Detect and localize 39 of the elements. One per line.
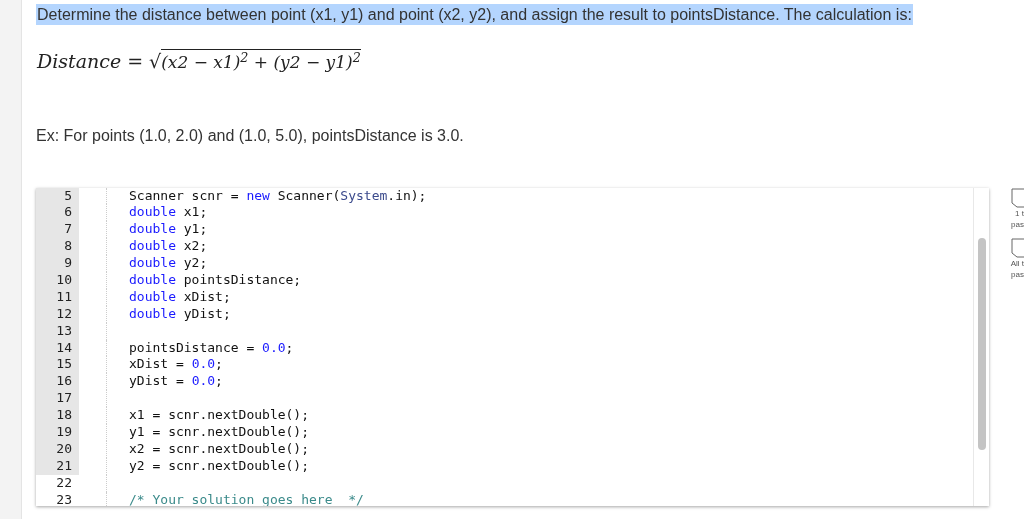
test-status-text: pas (1011, 218, 1024, 230)
code-line: yDist = 0.0; (129, 373, 223, 389)
code-line: /* Your solution goes here */ (129, 491, 364, 506)
test-status-text: 1 t (1015, 207, 1024, 219)
line-number: 18 (36, 407, 79, 424)
code-line: y1 = scnr.nextDouble(); (129, 423, 309, 439)
badge-outline-icon (1011, 187, 1024, 208)
code-line: double x1; (129, 204, 208, 220)
code-line: xDist = 0.0; (129, 356, 223, 372)
code-line: y2 = scnr.nextDouble(); (129, 457, 309, 473)
code-editor[interactable] (36, 187, 989, 506)
line-number: 15 (36, 356, 79, 374)
code-line: x2 = scnr.nextDouble(); (129, 440, 309, 456)
code-line: double xDist; (129, 288, 231, 304)
line-number: 8 (36, 238, 79, 256)
code-line: double pointsDistance; (129, 271, 302, 287)
radicand-text: (x2 − x1)$^{2}$ + (y2 − y1)$^{2}$ (161, 49, 361, 76)
formula-label: Distance (37, 49, 122, 74)
instruction-text: Determine the distance between point (x1, y1) and point (x2, y2), and assign the result to pointsDistance. The calculation is: (36, 4, 913, 25)
test-status-text: All t (1010, 257, 1024, 269)
code-line: double yDist; (129, 305, 231, 321)
line-number: 5 (36, 187, 79, 205)
test-status-text: pas (1011, 268, 1024, 280)
line-number: 9 (36, 255, 79, 272)
scrollbar-thumb[interactable] (977, 237, 986, 450)
badge-outline-icon (1011, 237, 1024, 258)
code-line: pointsDistance = 0.0; (129, 339, 294, 355)
example-text: Ex: For points (1.0, 2.0) and (1.0, 5.0), pointsDistance is 3.0. (36, 126, 464, 144)
code-line: double x2; (129, 238, 208, 254)
line-number: 7 (36, 221, 79, 239)
equals-sign: = (127, 49, 144, 74)
code-line: double y1; (129, 221, 208, 237)
root-sign: √ (149, 49, 162, 74)
code-line: Scanner scnr = new Scanner(System.in); (129, 187, 427, 203)
line-number: 17 (36, 390, 79, 408)
code-line: x1 = scnr.nextDouble(); (129, 407, 309, 423)
code-line: double y2; (129, 255, 208, 271)
line-number: 6 (36, 204, 79, 222)
line-number: 16 (36, 373, 79, 391)
